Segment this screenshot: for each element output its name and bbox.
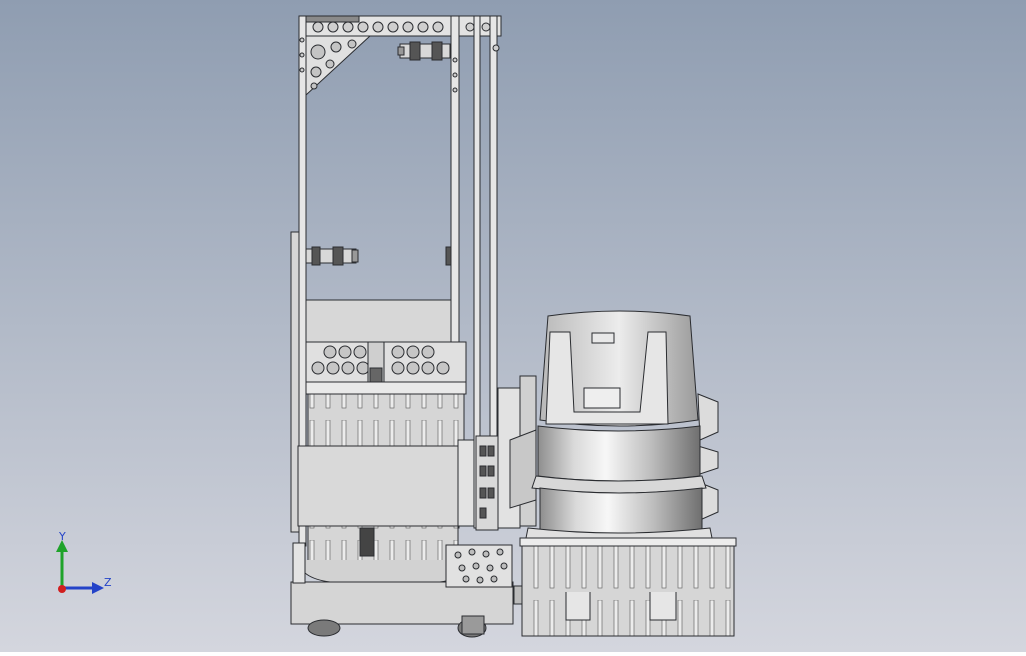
right-bin	[521, 543, 735, 637]
panel-clamp-block	[369, 367, 383, 383]
cad-viewport[interactable]: Y Z	[0, 0, 1026, 652]
linkage-plate	[475, 435, 499, 531]
ribbed-bin	[307, 393, 465, 451]
right-bin-notch-2	[649, 592, 677, 621]
y-axis-label: Y	[58, 530, 66, 543]
front-cover-plate	[297, 445, 459, 527]
right-bin-lip	[519, 537, 737, 547]
lower-base-curve	[297, 559, 471, 583]
mast-top-cap	[302, 15, 360, 23]
x-axis-dot	[58, 585, 66, 593]
right-bin-notch-1	[565, 592, 591, 621]
drum-lower	[539, 487, 703, 536]
z-axis-label: Z	[104, 576, 112, 589]
bucket-top-tab	[591, 332, 615, 344]
upper-roller	[397, 41, 451, 61]
upper-housing	[305, 299, 452, 343]
cad-drawing: Y Z	[0, 0, 1026, 652]
lower-latch	[359, 527, 375, 557]
side-plate	[457, 439, 475, 527]
linkage-joint	[509, 429, 537, 509]
side-post-lower	[292, 542, 306, 584]
bucket-window	[583, 387, 621, 409]
drum-middle	[537, 425, 701, 482]
body-shelf	[305, 381, 467, 395]
viewport-background	[0, 0, 1026, 652]
